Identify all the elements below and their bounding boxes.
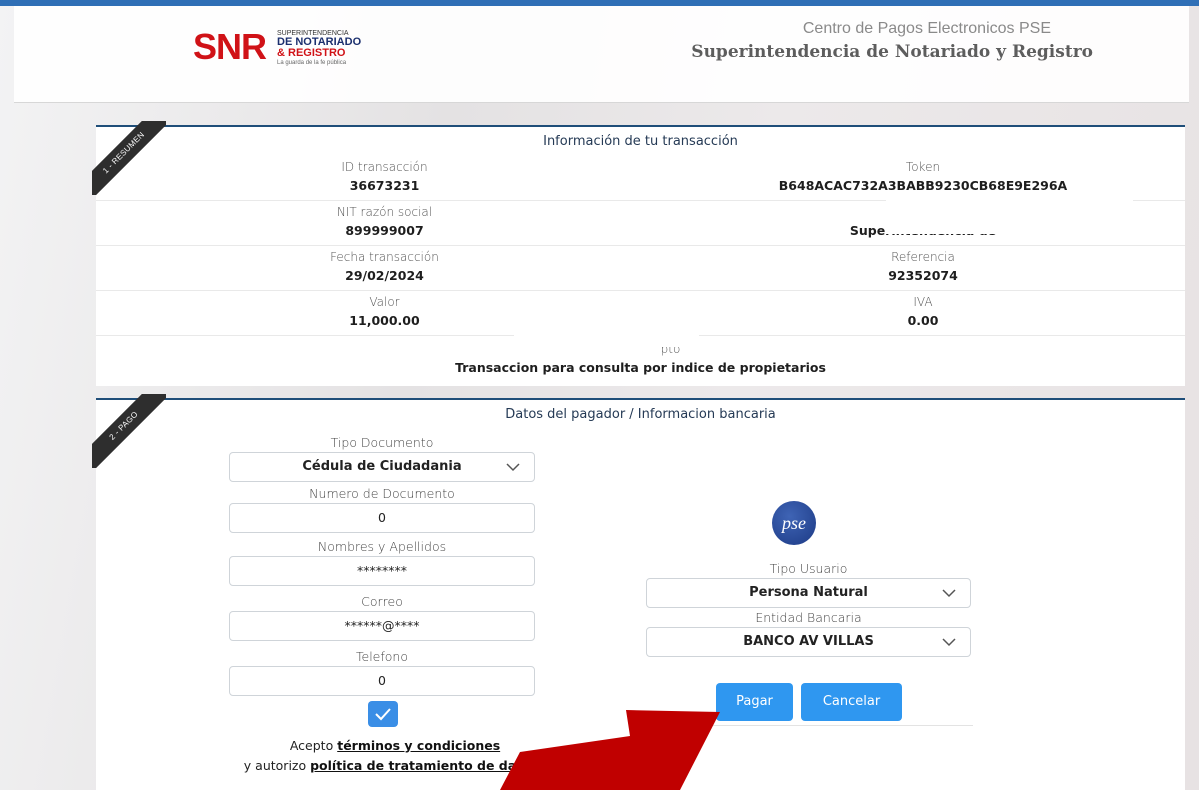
logo-tagline: SUPERINTENDENCIA DE NOTARIADO & REGISTRO… [277, 30, 361, 66]
redaction-box [514, 323, 699, 347]
bank-form: Tipo Usuario Persona Natural Entidad Ban… [646, 559, 971, 657]
referencia-value: 92352074 [888, 268, 958, 283]
nombres-input[interactable]: ******** [229, 556, 535, 586]
concept-value: Transaccion para consulta por indice de … [455, 360, 826, 375]
divider [713, 725, 973, 726]
pointer-arrow-icon [500, 710, 720, 790]
tipo-usuario-label: Tipo Usuario [769, 561, 848, 576]
tipo-documento-value: Cédula de Ciudadania [302, 459, 462, 474]
chevron-down-icon [942, 589, 956, 598]
logo-line-4: La guarda de la fe pública [277, 60, 347, 66]
page-header: SNR SUPERINTENDENCIA DE NOTARIADO & REGI… [14, 6, 1189, 103]
payer-form: Tipo Documento Cédula de Ciudadania Nume… [229, 433, 535, 696]
token-label: Token [905, 160, 941, 174]
chevron-down-icon [506, 463, 520, 472]
snr-logo: SNR SUPERINTENDENCIA DE NOTARIADO & REGI… [193, 24, 368, 72]
id-transaccion-value: 36673231 [349, 178, 420, 193]
summary-row: Fecha transacción 29/02/2024 Referencia 92… [96, 246, 1185, 291]
tipo-documento-label: Tipo Documento [330, 435, 434, 450]
entidad-bancaria-select[interactable]: BANCO AV VILLAS [646, 627, 971, 657]
transaction-summary-card: 1 - RESUMEN Información de tu transacció… [92, 121, 1185, 386]
correo-input[interactable]: ******@**** [229, 611, 535, 641]
nit-label: NIT razón social [336, 205, 433, 219]
checkmark-icon [375, 708, 391, 721]
summary-row: ID transacción 36673231 Token B648ACAC732A… [96, 156, 1185, 201]
tipo-usuario-value: Persona Natural [749, 585, 868, 600]
numero-documento-label: Numero de Documento [309, 486, 455, 501]
numero-documento-input[interactable]: 0 [229, 503, 535, 533]
terms-prefix: Acepto [289, 738, 334, 753]
header-title: Superintendencia de Notariado y Registro [691, 42, 1093, 62]
entidad-value: BANCO AV VILLAS [743, 634, 874, 649]
policy-prefix: y autorizo [243, 758, 307, 773]
logo-snr-text: SNR [193, 26, 267, 67]
valor-label: Valor [369, 295, 400, 309]
header-titles: Centro de Pagos Electronicos PSE Superin… [691, 20, 1093, 62]
chevron-down-icon [942, 638, 956, 647]
header-subtitle: Centro de Pagos Electronicos PSE [802, 20, 1051, 37]
payment-ribbon: 2 - PAGO [92, 394, 166, 468]
ribbon-label: 2 - PAGO [92, 394, 166, 468]
correo-label: Correo [361, 594, 403, 609]
token-value: B648ACAC732A3BABB9230CB68E9E296A [778, 178, 1068, 193]
entidad-label: Entidad Bancaria [755, 610, 862, 625]
tipo-documento-select[interactable]: Cédula de Ciudadania [229, 452, 535, 482]
terms-checkbox[interactable] [368, 701, 398, 727]
cancel-button[interactable]: Cancelar [801, 683, 902, 721]
telefono-label: Telefono [356, 649, 408, 664]
referencia-label: Referencia [891, 250, 955, 264]
nit-value: 899999007 [345, 223, 424, 238]
redaction-box [886, 198, 1133, 234]
payment-title: Datos del pagador / Informacion bancaria [505, 407, 776, 422]
logo-line-3: & REGISTRO [277, 47, 346, 59]
fecha-value: 29/02/2024 [345, 268, 424, 283]
terms-link[interactable]: términos y condiciones [337, 738, 500, 753]
tipo-usuario-select[interactable]: Persona Natural [646, 578, 971, 608]
iva-label: IVA [913, 295, 933, 309]
iva-value: 0.00 [907, 313, 939, 328]
fecha-label: Fecha transacción [330, 250, 439, 264]
id-transaccion-label: ID transacción [341, 160, 428, 174]
summary-title: Información de tu transacción [543, 134, 738, 149]
pse-logo: pse [772, 501, 816, 545]
nombres-label: Nombres y Apellidos [317, 539, 447, 554]
